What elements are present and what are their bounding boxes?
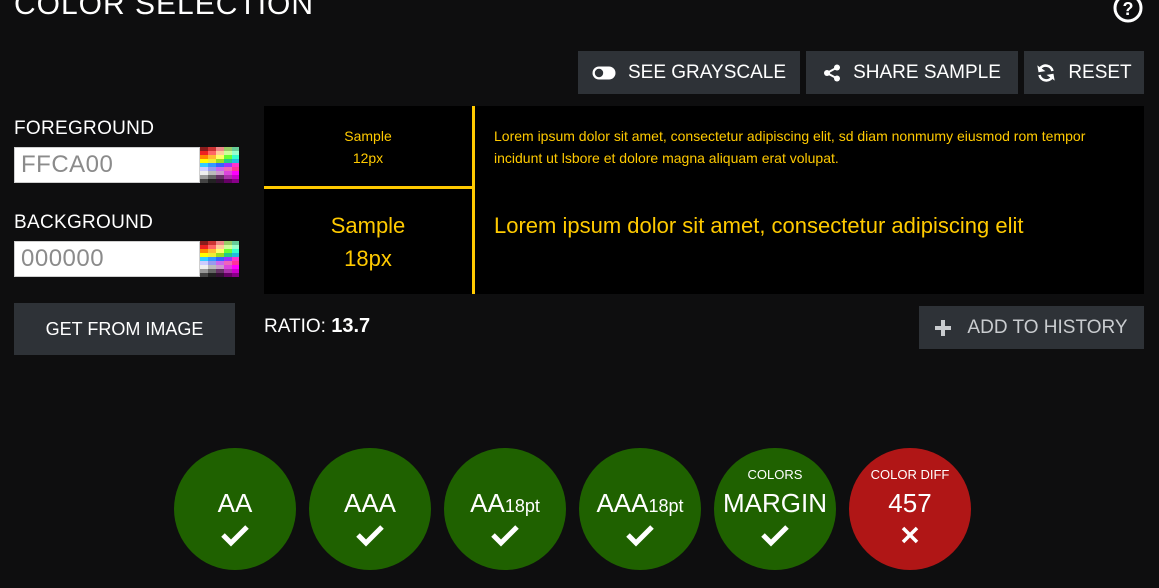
- add-to-history-label: ADD TO HISTORY: [967, 316, 1128, 338]
- result-badge-aaa-18pt: AAA18pt: [579, 448, 701, 570]
- check-icon: [626, 525, 654, 547]
- svg-text:?: ?: [1123, 0, 1134, 19]
- reset-label: RESET: [1068, 61, 1132, 83]
- result-badge-aaa: AAA: [309, 448, 431, 570]
- result-badge-colors-margin: COLORS MARGIN: [714, 448, 836, 570]
- check-icon: [491, 525, 519, 547]
- sample-18px-text: Lorem ipsum dolor sit amet, consectetur …: [494, 213, 1024, 238]
- sample-18px-label: Sample 18px: [330, 213, 406, 271]
- get-from-image-button[interactable]: GET FROM IMAGE: [14, 303, 235, 355]
- sample-12px-label: Sample 12px: [344, 128, 392, 166]
- sample-12px-text: Lorem ipsum dolor sit amet, consectetur …: [494, 128, 1086, 166]
- background-input[interactable]: [14, 241, 200, 277]
- cross-icon: [901, 526, 919, 544]
- sample-divider-horizontal: [264, 186, 472, 189]
- reset-button[interactable]: RESET: [1024, 51, 1144, 94]
- see-grayscale-button[interactable]: SEE GRAYSCALE: [578, 51, 800, 94]
- toggle-icon: [592, 66, 616, 79]
- result-badge-color-diff: COLOR DIFF 457: [849, 448, 971, 570]
- foreground-label: FOREGROUND: [14, 118, 155, 139]
- contrast-ratio: RATIO: 13.7: [264, 315, 370, 338]
- add-to-history-button[interactable]: ADD TO HISTORY: [919, 306, 1144, 349]
- ratio-label: RATIO:: [264, 316, 326, 337]
- plus-icon: [935, 319, 952, 336]
- help-icon[interactable]: ?: [1112, 0, 1144, 24]
- result-badge-aa: AA: [174, 448, 296, 570]
- page-title: COLOR SELECTION: [14, 0, 315, 21]
- sample-divider-vertical: [472, 106, 475, 294]
- share-icon: [824, 64, 841, 81]
- result-badge-aa-18pt: AA18pt: [444, 448, 566, 570]
- background-palette-icon[interactable]: [200, 241, 239, 277]
- share-sample-button[interactable]: SHARE SAMPLE: [806, 51, 1018, 94]
- refresh-icon: [1037, 63, 1055, 82]
- background-label: BACKGROUND: [14, 212, 154, 233]
- sample-preview: Sample 12px Lorem ipsum dolor sit amet, …: [264, 106, 1144, 294]
- share-sample-label: SHARE SAMPLE: [853, 61, 1001, 83]
- check-icon: [356, 525, 384, 547]
- see-grayscale-label: SEE GRAYSCALE: [627, 61, 787, 83]
- ratio-value: 13.7: [331, 315, 371, 337]
- foreground-palette-icon[interactable]: [200, 147, 239, 183]
- check-icon: [221, 525, 249, 547]
- check-icon: [761, 525, 789, 547]
- foreground-input[interactable]: [14, 147, 200, 183]
- get-from-image-label: GET FROM IMAGE: [45, 318, 204, 339]
